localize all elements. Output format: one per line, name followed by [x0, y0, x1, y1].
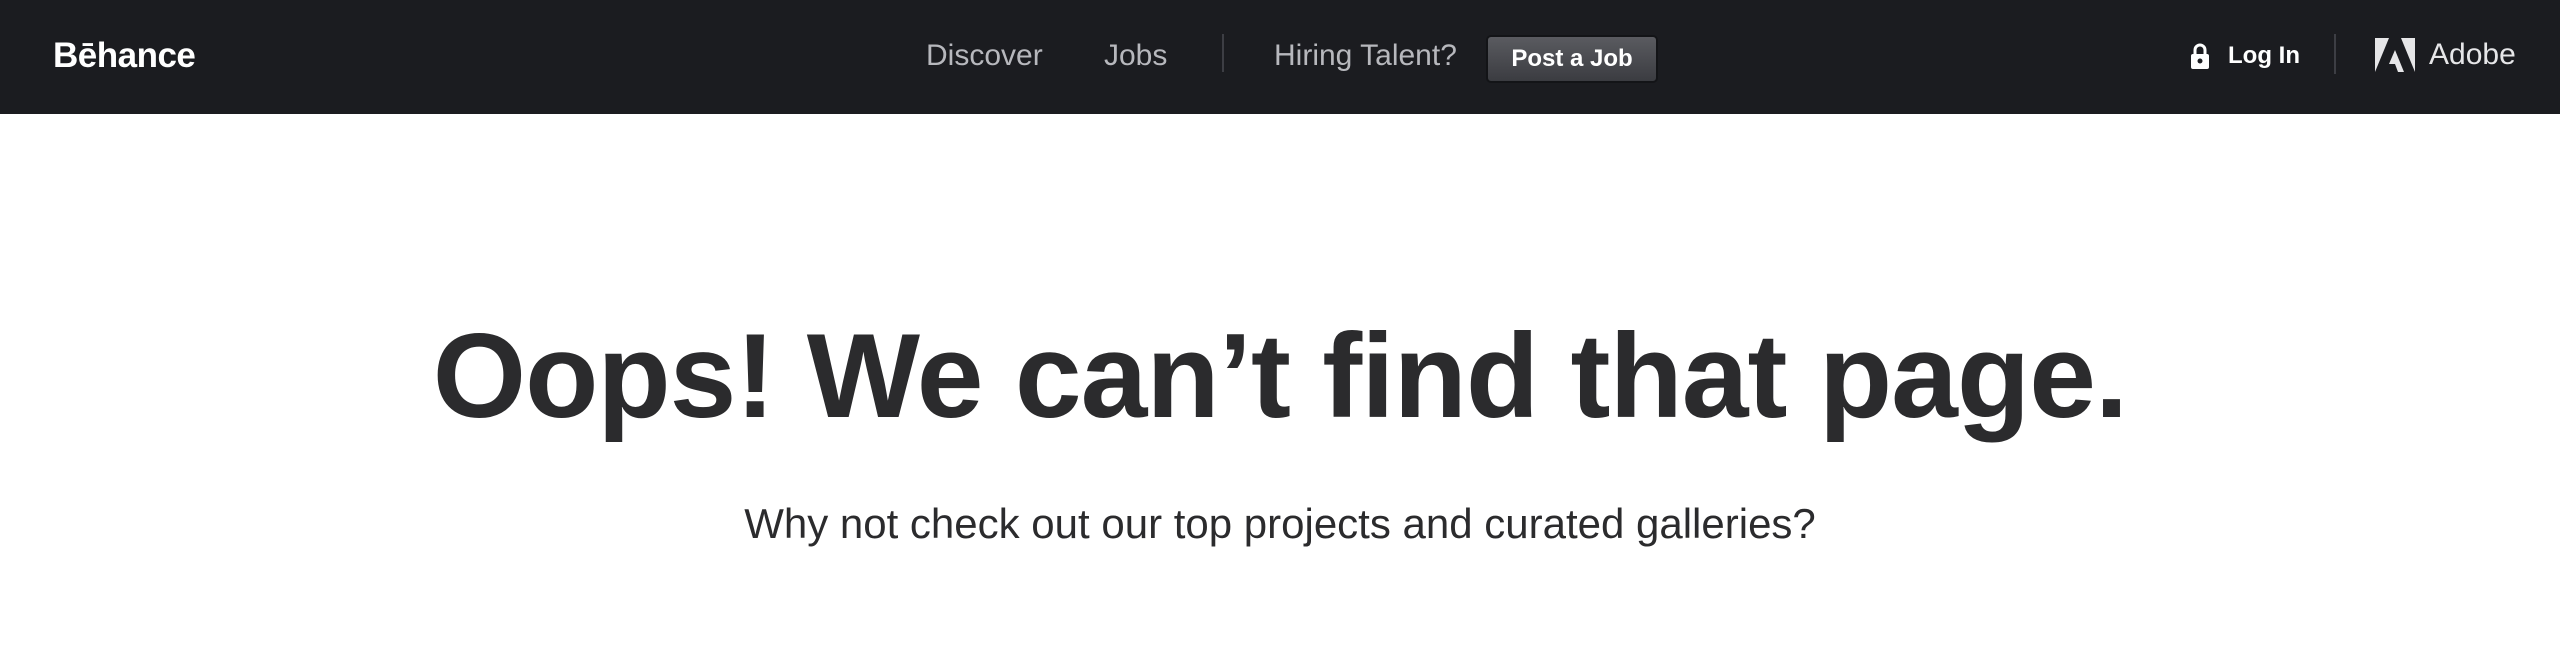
login-button[interactable]: Log In [2190, 38, 2300, 74]
error-headline: Oops! We can’t find that page. [432, 309, 2129, 443]
error-subtext: Why not check out our top projects and c… [744, 500, 1816, 547]
login-label: Log In [2228, 42, 2300, 69]
post-a-job-button[interactable]: Post a Job [1486, 35, 1658, 83]
nav-jobs-link[interactable]: Jobs [1104, 36, 1167, 76]
adobe-link[interactable]: Adobe [2375, 36, 2516, 74]
adobe-label: Adobe [2429, 38, 2516, 71]
header-divider [2334, 34, 2336, 74]
behance-logo[interactable]: Bēhance [53, 34, 196, 78]
top-navigation-bar: Bēhance Discover Jobs Hiring Talent? Pos… [0, 0, 2560, 114]
hiring-talent-link[interactable]: Hiring Talent? [1274, 36, 1457, 76]
nav-discover-link[interactable]: Discover [926, 36, 1043, 76]
adobe-logo-icon [2375, 38, 2415, 72]
nav-divider [1222, 34, 1224, 72]
lock-icon [2190, 42, 2210, 70]
